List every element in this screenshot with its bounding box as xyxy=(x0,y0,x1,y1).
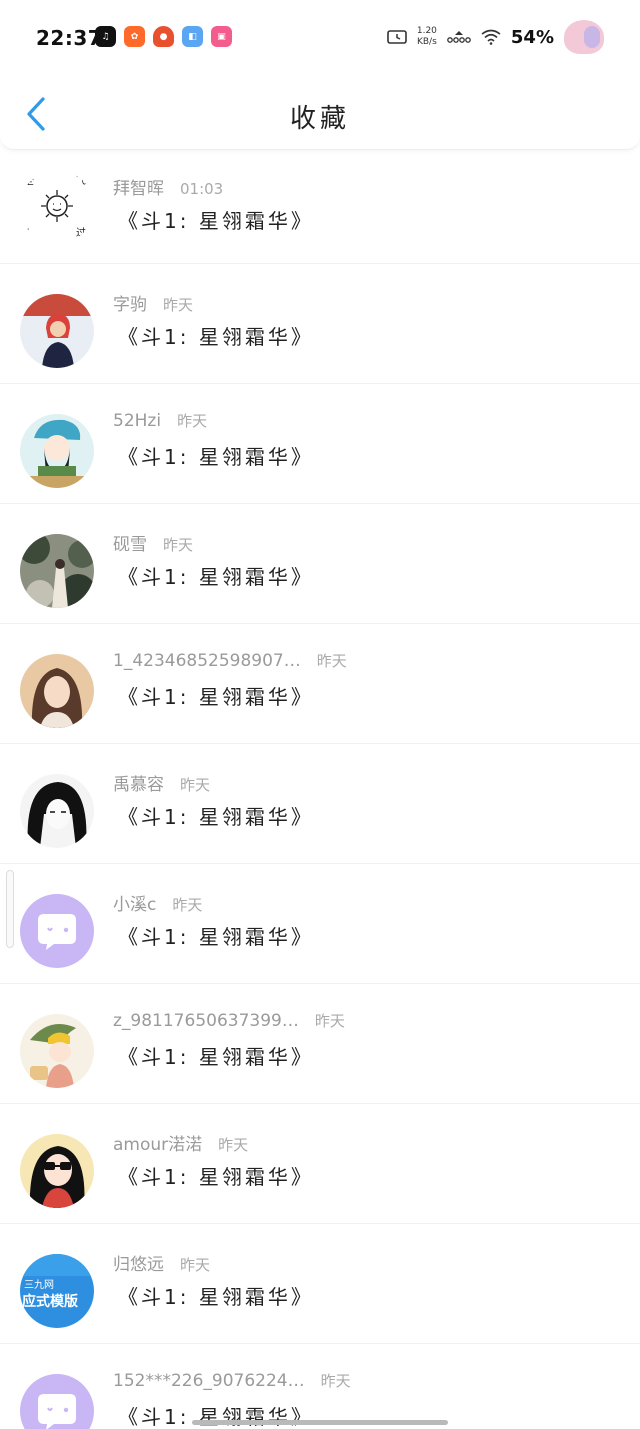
avatar[interactable] xyxy=(20,1014,94,1088)
wifi-icon xyxy=(481,29,501,45)
list-item[interactable]: 字驹 昨天 《斗1: 星翎霜华》 xyxy=(0,264,640,384)
list-item[interactable]: 全 飞 ij 过 拜智晖 01:03 《斗1: 星翎霜华》 xyxy=(0,150,640,264)
avatar[interactable] xyxy=(20,654,94,728)
status-time: 22:37 xyxy=(36,26,103,50)
list-item[interactable]: 52Hzi 昨天 《斗1: 星翎霜华》 xyxy=(0,384,640,504)
author-name[interactable]: z_98117650637399… xyxy=(113,1011,299,1031)
list-item[interactable]: amour渃渃 昨天 《斗1: 星翎霜华》 xyxy=(0,1104,640,1224)
list-item[interactable]: 小溪c 昨天 《斗1: 星翎霜华》 xyxy=(0,864,640,984)
item-title: 《斗1: 星翎霜华》 xyxy=(118,925,314,949)
list-item[interactable]: 三九网 应式模版 归悠远 昨天 《斗1: 星翎霜华》 xyxy=(0,1224,640,1344)
author-name[interactable]: amour渃渃 xyxy=(113,1135,202,1155)
author-name[interactable]: 拜智晖 xyxy=(113,179,164,199)
svg-text:ij: ij xyxy=(24,228,30,239)
music-app-icon: ♫ xyxy=(95,26,116,47)
battery-percent: 54% xyxy=(510,26,554,48)
item-time: 昨天 xyxy=(177,412,208,430)
item-time: 昨天 xyxy=(218,1136,249,1154)
graduate-photo-avatar xyxy=(20,294,94,368)
bilibili-app-icon: ▣ xyxy=(211,26,232,47)
item-title: 《斗1: 星翎霜华》 xyxy=(118,685,314,709)
list-item[interactable]: 1_42346852598907… 昨天 《斗1: 星翎霜华》 xyxy=(0,624,640,744)
scroll-handle[interactable] xyxy=(6,870,14,948)
mascot-icon xyxy=(564,20,604,54)
status-bar: 22:37 ♫ ✿ ● ◧ ▣ 1.20 KB/s 54% xyxy=(0,0,640,78)
svg-text:三九网: 三九网 xyxy=(24,1279,54,1291)
author-name[interactable]: 砚雪 xyxy=(113,535,147,555)
default-chat-avatar xyxy=(20,1374,94,1429)
author-name[interactable]: 字驹 xyxy=(113,295,147,315)
list-item[interactable]: z_98117650637399… 昨天 《斗1: 星翎霜华》 xyxy=(0,984,640,1104)
author-name[interactable]: 1_42346852598907… xyxy=(113,651,301,671)
item-title: 《斗1: 星翎霜华》 xyxy=(118,445,314,469)
svg-text:应式模版: 应式模版 xyxy=(22,1293,78,1310)
avatar[interactable] xyxy=(20,1374,94,1429)
author-name[interactable]: 152***226_9076224… xyxy=(113,1371,305,1391)
item-time: 昨天 xyxy=(172,896,203,914)
item-time: 昨天 xyxy=(163,536,194,554)
ink-painting-avatar xyxy=(20,534,94,608)
item-time: 01:03 xyxy=(180,180,224,198)
shopping-app-icon: ✿ xyxy=(124,26,145,47)
blue-banner-avatar: 三九网 应式模版 xyxy=(20,1254,94,1328)
avatar[interactable]: 全 飞 ij 过 xyxy=(20,170,94,244)
nav-header: 收藏 xyxy=(0,78,640,150)
home-indicator[interactable] xyxy=(192,1420,448,1425)
umbrella-girl-avatar xyxy=(20,1014,94,1088)
item-time: 昨天 xyxy=(314,1012,345,1030)
item-time: 昨天 xyxy=(180,776,211,794)
status-right: 1.20 KB/s 54% xyxy=(387,20,604,54)
avatar[interactable] xyxy=(20,414,94,488)
item-time: 昨天 xyxy=(163,296,194,314)
item-title: 《斗1: 星翎霜华》 xyxy=(118,1285,314,1309)
sunglasses-girl-avatar xyxy=(20,1134,94,1208)
svg-text:过: 过 xyxy=(76,226,86,239)
author-name[interactable]: 禹慕容 xyxy=(113,775,164,795)
network-speed: 1.20 KB/s xyxy=(416,26,437,47)
item-title: 《斗1: 星翎霜华》 xyxy=(118,565,314,589)
default-chat-avatar xyxy=(20,894,94,968)
avatar[interactable]: 三九网 应式模版 xyxy=(20,1254,94,1328)
avatar[interactable] xyxy=(20,294,94,368)
favorites-list: 全 飞 ij 过 拜智晖 01:03 《斗1: 星翎霜华》 字驹 昨天 《斗1:… xyxy=(0,150,640,1429)
list-item[interactable]: 152***226_9076224… 昨天 《斗1: 星翎霜华》 xyxy=(0,1344,640,1429)
author-name[interactable]: 52Hzi xyxy=(113,411,161,431)
sun-sketch-avatar: 全 飞 ij 过 xyxy=(20,170,94,244)
page-title: 收藏 xyxy=(289,104,350,134)
cartoon-reader-avatar xyxy=(20,414,94,488)
item-title: 《斗1: 星翎霜华》 xyxy=(118,805,314,829)
notification-icons: ♫ ✿ ● ◧ ▣ xyxy=(95,26,232,47)
signal-icon xyxy=(447,31,471,43)
folder-app-icon: ◧ xyxy=(182,26,203,47)
list-item[interactable]: 砚雪 昨天 《斗1: 星翎霜华》 xyxy=(0,504,640,624)
alarm-icon xyxy=(387,30,407,44)
avatar[interactable] xyxy=(20,894,94,968)
svg-text:飞: 飞 xyxy=(76,176,86,187)
item-title: 《斗1: 星翎霜华》 xyxy=(118,1165,314,1189)
list-item[interactable]: 禹慕容 昨天 《斗1: 星翎霜华》 xyxy=(0,744,640,864)
author-name[interactable]: 归悠远 xyxy=(113,1255,164,1275)
girl-photo-avatar xyxy=(20,654,94,728)
avatar[interactable] xyxy=(20,1134,94,1208)
author-name[interactable]: 小溪c xyxy=(113,895,156,915)
item-title: 《斗1: 星翎霜华》 xyxy=(118,209,314,233)
item-title: 《斗1: 星翎霜华》 xyxy=(118,1045,314,1069)
avatar[interactable] xyxy=(20,774,94,848)
item-time: 昨天 xyxy=(316,652,347,670)
item-title: 《斗1: 星翎霜华》 xyxy=(118,325,314,349)
item-time: 昨天 xyxy=(320,1372,351,1390)
item-time: 昨天 xyxy=(180,1256,211,1274)
game-app-icon: ● xyxy=(153,26,174,47)
svg-text:全: 全 xyxy=(23,173,34,187)
manga-girl-avatar xyxy=(20,774,94,848)
avatar[interactable] xyxy=(20,534,94,608)
